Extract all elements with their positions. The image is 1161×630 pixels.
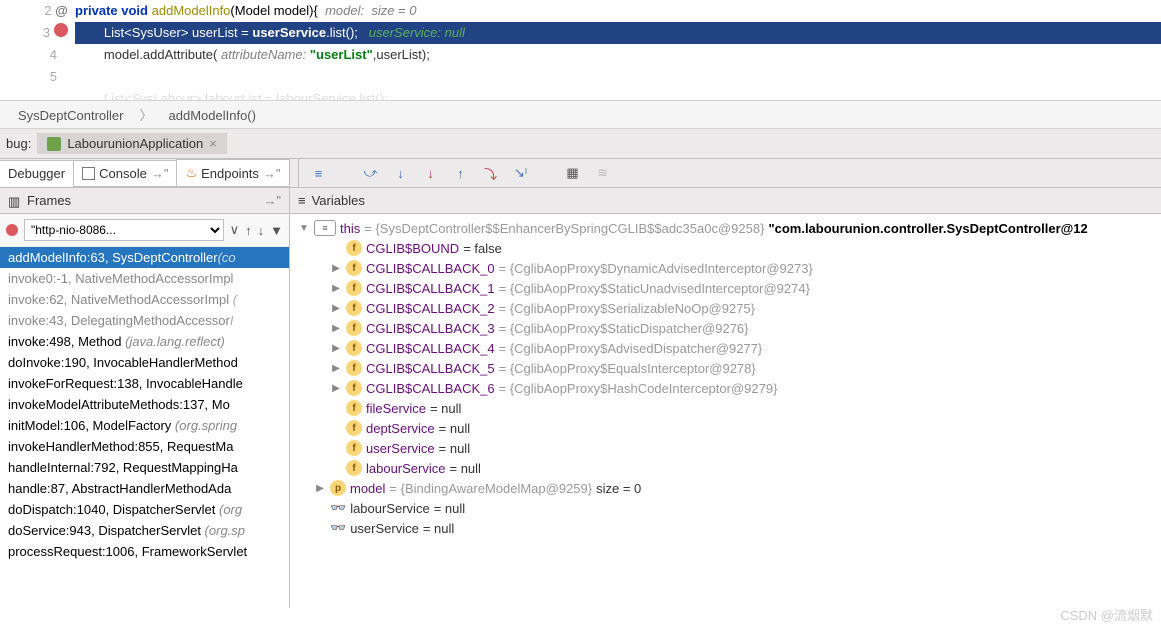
var-field[interactable]: f userService = null <box>298 438 1153 458</box>
layout-icon[interactable]: ▥ <box>8 194 21 207</box>
var-callback[interactable]: f CGLIB$CALLBACK_4 = {CglibAopProxy$Advi… <box>298 338 1153 358</box>
frame-item[interactable]: addModelInfo:63, SysDeptController(co <box>0 247 289 268</box>
tab-endpoints[interactable]: ♨Endpoints →" <box>176 159 289 187</box>
step-out-icon[interactable]: ↑ <box>453 165 469 181</box>
param-icon: p <box>330 480 346 496</box>
show-execution-point-icon[interactable]: ≡ <box>311 165 327 181</box>
frame-item[interactable]: initModel:106, ModelFactory (org.spring <box>0 415 289 436</box>
frame-item[interactable]: doInvoke:190, InvocableHandlerMethod <box>0 352 289 373</box>
frame-item[interactable]: handle:87, AbstractHandlerMethodAda <box>0 478 289 499</box>
frames-header: Frames <box>27 193 71 208</box>
prev-frame-icon[interactable]: ↑ <box>245 223 252 238</box>
field-icon: f <box>346 360 362 376</box>
var-field[interactable]: f deptService = null <box>298 418 1153 438</box>
code-editor[interactable]: 2 @ private void addModelInfo(Model mode… <box>0 0 1161 100</box>
spring-boot-icon <box>47 137 61 151</box>
next-frame-icon[interactable]: ↓ <box>258 223 265 238</box>
frame-item[interactable]: invokeForRequest:138, InvocableHandle <box>0 373 289 394</box>
pin-icon[interactable]: →" <box>263 193 281 208</box>
tab-console[interactable]: Console →" <box>73 160 177 187</box>
var-this[interactable]: ≡ this = {SysDeptController$$EnhancerByS… <box>298 218 1153 238</box>
object-icon: ≡ <box>314 220 336 236</box>
force-step-into-icon[interactable]: ↓ <box>423 165 439 181</box>
frame-item[interactable]: invoke:43, DelegatingMethodAccessorI <box>0 310 289 331</box>
variables-icon: ≡ <box>298 193 306 208</box>
variables-panel: ≡ Variables ≡ this = {SysDeptController$… <box>290 188 1161 608</box>
frame-item[interactable]: invoke0:-1, NativeMethodAccessorImpl <box>0 268 289 289</box>
run-to-cursor-icon[interactable]: ↘I <box>513 165 529 181</box>
var-callback[interactable]: f CGLIB$CALLBACK_2 = {CglibAopProxy$Seri… <box>298 298 1153 318</box>
frames-list[interactable]: addModelInfo:63, SysDeptController(coinv… <box>0 247 289 562</box>
thread-selector-row: "http-nio-8086... ∨ ↑ ↓ ▼ <box>0 214 289 247</box>
field-icon: f <box>346 420 362 436</box>
frame-item[interactable]: processRequest:1006, FrameworkServlet <box>0 541 289 562</box>
current-execution-line: 3 List<SysUser> userList = userService.l… <box>0 22 1161 44</box>
debug-tab-row: Debugger Console →" ♨Endpoints →" ≡ ⤻ ↓ … <box>0 159 1161 188</box>
field-icon: f <box>346 460 362 476</box>
step-into-icon[interactable]: ↓ <box>393 165 409 181</box>
debug-toolbar: bug: LabourunionApplication × <box>0 129 1161 159</box>
step-over-icon[interactable]: ⤻ <box>363 165 379 181</box>
var-labourService-watch[interactable]: 👓 labourService = null <box>298 498 1153 518</box>
breakpoint-icon[interactable] <box>54 23 68 37</box>
field-icon: f <box>346 380 362 396</box>
var-callback[interactable]: f CGLIB$CALLBACK_1 = {CglibAopProxy$Stat… <box>298 278 1153 298</box>
frame-item[interactable]: invoke:498, Method (java.lang.reflect) <box>0 331 289 352</box>
var-field[interactable]: f fileService = null <box>298 398 1153 418</box>
var-userService-watch[interactable]: 👓 userService = null <box>298 518 1153 538</box>
field-icon: f <box>346 280 362 296</box>
frame-item[interactable]: handleInternal:792, RequestMappingHa <box>0 457 289 478</box>
frames-panel: ▥ Frames →" "http-nio-8086... ∨ ↑ ↓ ▼ ad… <box>0 188 290 608</box>
field-icon: f <box>346 300 362 316</box>
field-icon: f <box>346 340 362 356</box>
var-callback[interactable]: f CGLIB$CALLBACK_0 = {CglibAopProxy$Dyna… <box>298 258 1153 278</box>
method-name: addModelInfo <box>152 3 231 18</box>
close-icon[interactable]: × <box>209 136 217 151</box>
watch-icon: 👓 <box>330 500 344 516</box>
field-icon: f <box>346 260 362 276</box>
evaluate-icon[interactable]: ▦ <box>565 165 581 181</box>
flame-icon: ♨ <box>185 165 197 181</box>
frame-item[interactable]: invokeHandlerMethod:855, RequestMa <box>0 436 289 457</box>
run-config-tab[interactable]: LabourunionApplication × <box>37 133 226 154</box>
debug-label: bug: <box>6 136 31 151</box>
field-icon: f <box>346 440 362 456</box>
frame-item[interactable]: doService:943, DispatcherServlet (org.sp <box>0 520 289 541</box>
variables-tree[interactable]: ≡ this = {SysDeptController$$EnhancerByS… <box>290 214 1161 542</box>
variables-header: Variables <box>312 193 365 208</box>
field-icon: f <box>346 400 362 416</box>
field-icon: f <box>346 320 362 336</box>
var-callback[interactable]: f CGLIB$CALLBACK_5 = {CglibAopProxy$Equa… <box>298 358 1153 378</box>
var-callback[interactable]: f CGLIB$CALLBACK_6 = {CglibAopProxy$Hash… <box>298 378 1153 398</box>
breadcrumb-method[interactable]: addModelInfo() <box>161 106 264 125</box>
tab-debugger[interactable]: Debugger <box>0 160 74 187</box>
var-callback[interactable]: f CGLIB$CALLBACK_3 = {CglibAopProxy$Stat… <box>298 318 1153 338</box>
field-icon: f <box>346 240 362 256</box>
frame-item[interactable]: invokeModelAttributeMethods:137, Mo <box>0 394 289 415</box>
annotation-gutter-icon: @ <box>55 3 68 18</box>
trace-icon[interactable]: ≋ <box>595 165 611 181</box>
var-bound[interactable]: f CGLIB$BOUND = false <box>298 238 1153 258</box>
thread-breakpoint-icon <box>6 224 18 236</box>
var-field[interactable]: f labourService = null <box>298 458 1153 478</box>
drop-frame-icon[interactable]: ⤵ <box>483 165 499 181</box>
filter-icon[interactable]: ▼ <box>270 223 283 238</box>
frame-item[interactable]: doDispatch:1040, DispatcherServlet (org <box>0 499 289 520</box>
var-model[interactable]: p model = {BindingAwareModelMap@9259} si… <box>298 478 1153 498</box>
console-icon <box>82 167 95 180</box>
watch-icon: 👓 <box>330 520 344 536</box>
breadcrumb-class[interactable]: SysDeptController <box>10 106 132 125</box>
thread-select[interactable]: "http-nio-8086... <box>24 219 224 241</box>
breadcrumb[interactable]: SysDeptController〉addModelInfo() <box>0 100 1161 129</box>
frame-item[interactable]: invoke:62, NativeMethodAccessorImpl ( <box>0 289 289 310</box>
